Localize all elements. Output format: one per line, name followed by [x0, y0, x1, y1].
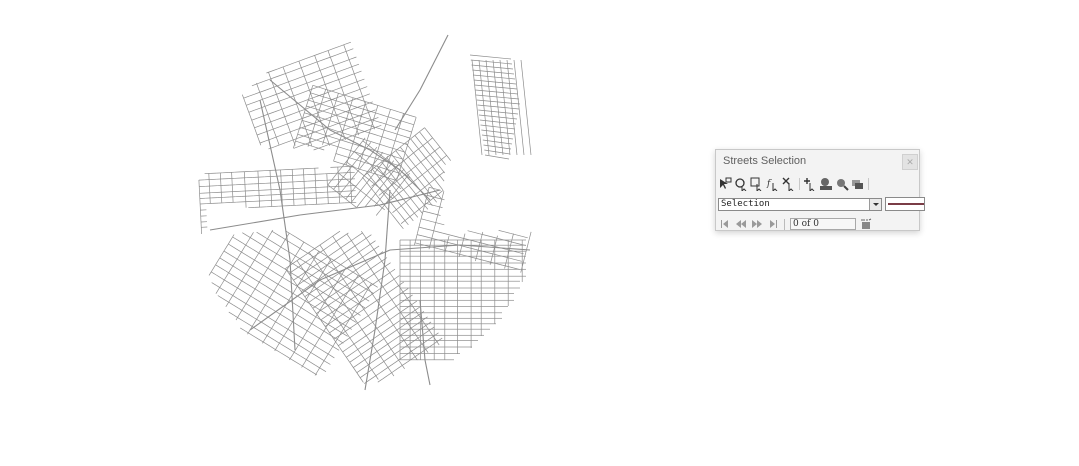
svg-text:f: f [766, 179, 772, 189]
zoom-icon[interactable] [835, 177, 849, 191]
selection-toolbar: f [718, 177, 872, 191]
record-counter: 0 of 0 [790, 218, 856, 230]
last-record-icon[interactable] [766, 218, 780, 230]
add-to-selection-icon[interactable]: f [766, 177, 780, 191]
remove-from-selection-icon[interactable] [782, 177, 796, 191]
selection-dropdown[interactable]: Selection [718, 198, 882, 211]
close-icon[interactable]: ✕ [902, 154, 918, 170]
dialog-title: Streets Selection [723, 155, 807, 167]
select-features-icon[interactable] [718, 177, 732, 191]
selection-dropdown-value: Selection [721, 199, 770, 209]
select-by-location-icon[interactable] [734, 177, 748, 191]
first-record-icon[interactable] [718, 218, 732, 230]
street-network-map [198, 34, 532, 391]
toolbar-separator [799, 178, 800, 190]
record-navigation: 0 of 0 [718, 217, 873, 231]
toolbar-separator [868, 178, 869, 190]
streets-selection-dialog[interactable]: Streets Selection ✕ f Selection 0 of 0 [715, 149, 925, 231]
select-by-attributes-icon[interactable] [750, 177, 764, 191]
zoom-to-selection-icon[interactable] [819, 177, 833, 191]
add-feature-icon[interactable] [803, 177, 817, 191]
navigation-separator [784, 218, 785, 230]
previous-record-icon[interactable] [734, 218, 748, 230]
map-view[interactable] [0, 0, 1079, 466]
next-record-icon[interactable] [750, 218, 764, 230]
layers-icon[interactable] [851, 177, 865, 191]
flash-feature-icon[interactable] [859, 218, 873, 230]
selection-style-swatch[interactable] [885, 197, 925, 211]
chevron-down-icon[interactable] [869, 199, 881, 210]
